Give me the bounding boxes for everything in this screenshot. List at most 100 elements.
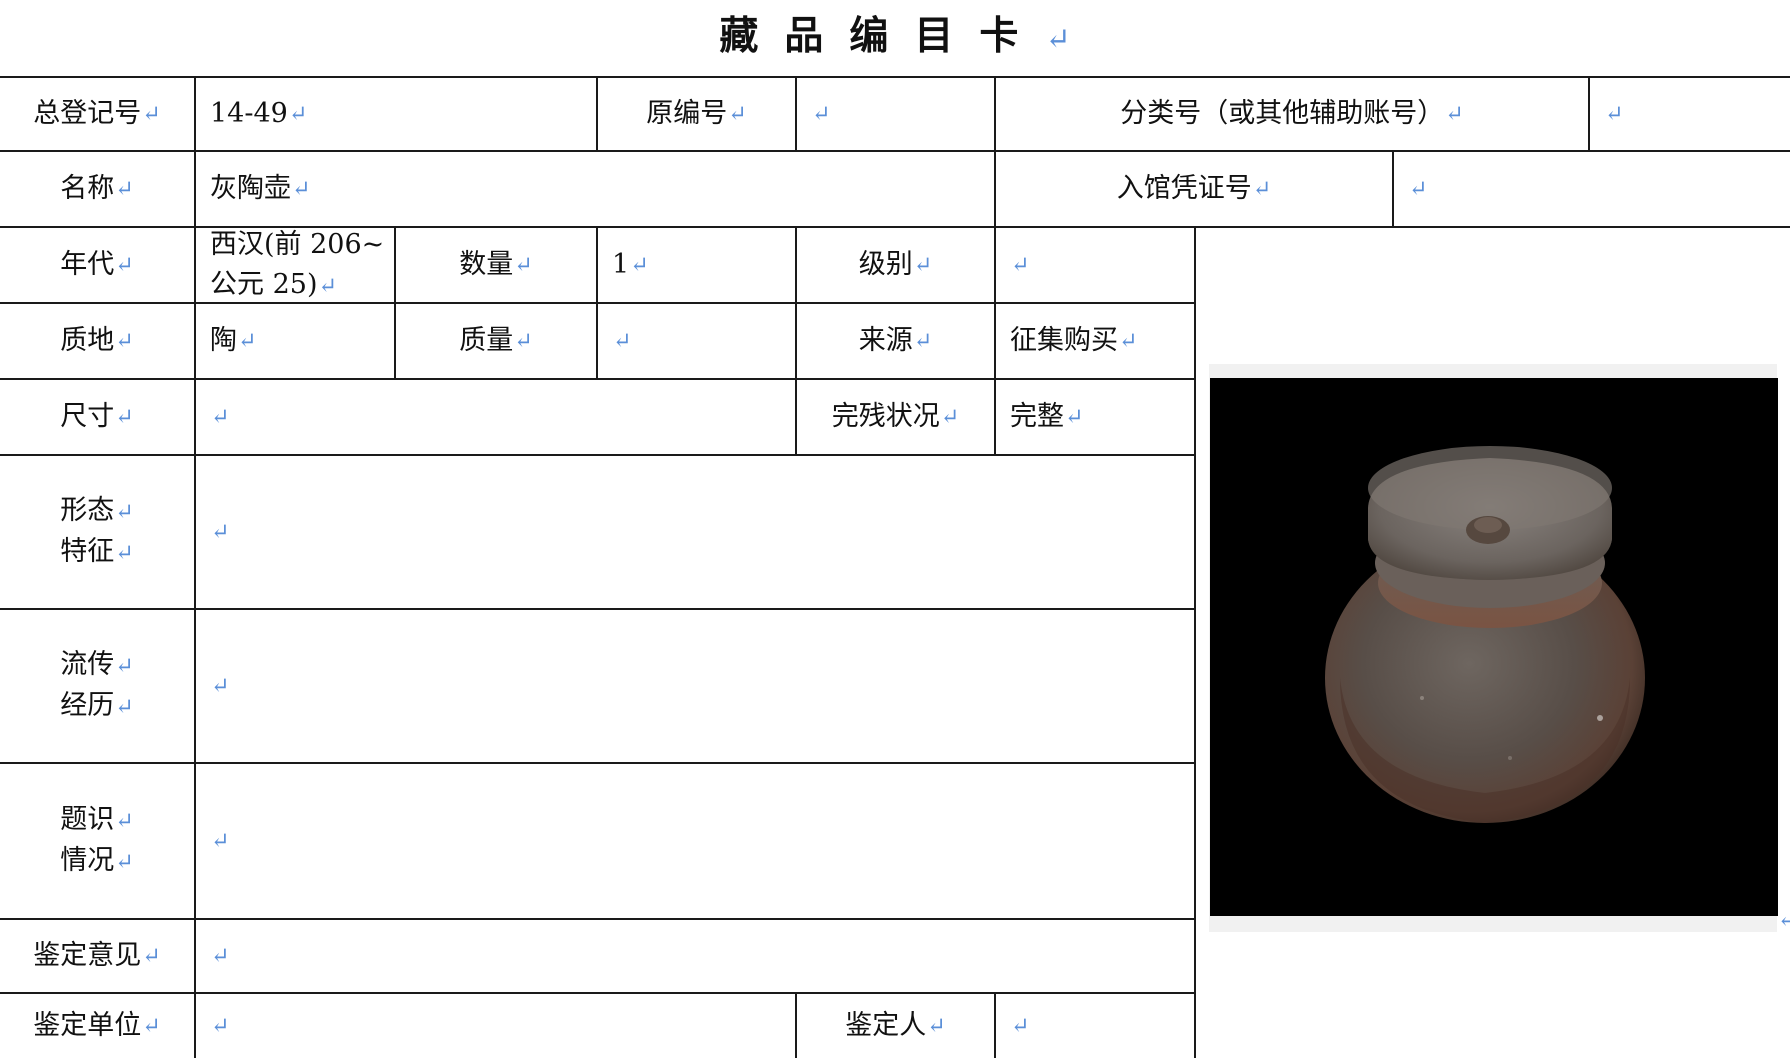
field-text: 陶 [210, 325, 237, 357]
field-appraisal-unit[interactable]: ↵ [196, 994, 795, 1058]
return-mark-icon: ↵ [115, 540, 134, 566]
return-mark-icon: ↵ [1045, 22, 1071, 57]
label-size: 尺寸 ↵ [0, 380, 194, 454]
return-mark-icon: ↵ [927, 1012, 946, 1039]
return-mark-icon: ↵ [940, 403, 960, 430]
field-form[interactable]: ↵ [196, 456, 1194, 608]
label-text: 鉴定人 [845, 1010, 927, 1042]
field-appraisal-opinion[interactable]: ↵ [196, 920, 1194, 992]
label-text: 数量 [459, 249, 514, 281]
label-text: 鉴定单位 [33, 1010, 142, 1042]
label-text: 名称 [60, 173, 115, 205]
return-mark-icon: ↵ [913, 327, 933, 354]
return-mark-icon: ↵ [1445, 100, 1464, 127]
label-appraiser: 鉴定人 ↵ [797, 994, 994, 1058]
return-mark-icon: ↵ [288, 100, 308, 127]
label-text: 总登记号 [33, 98, 142, 130]
label-condition: 完残状况 ↵ [797, 380, 994, 454]
return-mark-icon: ↵ [115, 251, 134, 278]
grid-line [1194, 226, 1196, 1058]
label-text: 分类号（或其他辅助账号） [1120, 98, 1445, 130]
label-history-line1: 流传↵ [60, 645, 134, 686]
label-text: 级别 [858, 249, 913, 281]
field-text: 1 [612, 249, 630, 281]
label-class-no: 分类号（或其他辅助账号） ↵ [996, 78, 1588, 150]
field-grade[interactable]: ↵ [996, 228, 1194, 302]
label-text: 鉴定意见 [33, 940, 142, 972]
return-mark-icon: ↵ [115, 694, 134, 720]
label-text: 完残状况 [831, 401, 940, 433]
field-appraiser[interactable]: ↵ [996, 994, 1194, 1058]
label-name: 名称 ↵ [0, 152, 194, 226]
field-history[interactable]: ↵ [196, 610, 1194, 762]
return-mark-icon: ↵ [115, 499, 134, 525]
return-mark-icon: ↵ [211, 827, 230, 854]
label-era: 年代 ↵ [0, 228, 194, 302]
field-mass[interactable]: ↵ [598, 304, 795, 378]
return-mark-icon: ↵ [115, 175, 134, 202]
return-mark-icon: ↵ [1605, 100, 1624, 127]
return-mark-icon: ↵ [1011, 251, 1030, 278]
return-mark-icon: ↵ [115, 653, 134, 679]
return-mark-icon: ↵ [115, 403, 134, 430]
label-history-line2: 经历↵ [60, 686, 134, 727]
label-text: 质地 [60, 325, 115, 357]
return-mark-icon: ↵ [728, 100, 747, 127]
return-mark-icon: ↵ [1252, 175, 1272, 202]
card-title: 藏品编目卡↵ [0, 8, 1790, 64]
return-mark-icon: ↵ [812, 100, 831, 127]
field-orig-no[interactable]: ↵ [797, 78, 994, 150]
label-reg-no: 总登记号 ↵ [0, 78, 194, 150]
return-mark-icon: ↵ [115, 849, 134, 875]
field-inscription[interactable]: ↵ [196, 764, 1194, 918]
field-text: 征集购买 [1010, 325, 1118, 357]
field-text: 西汉(前 206~ [210, 228, 385, 260]
label-appraisal-opinion: 鉴定意见 ↵ [0, 920, 194, 992]
field-condition[interactable]: 完整 ↵ [996, 380, 1194, 454]
field-text: 公元 25) [210, 268, 318, 300]
label-history: 流传↵ 经历↵ [0, 610, 194, 762]
return-mark-icon: ↵ [115, 808, 134, 834]
label-orig-no: 原编号 ↵ [598, 78, 795, 150]
field-text: 14-49 [210, 98, 288, 130]
return-mark-icon: ↵ [238, 327, 257, 354]
label-text: 题识 [60, 804, 115, 835]
label-text: 形态 [60, 495, 115, 526]
label-text: 原编号 [646, 98, 728, 130]
pottery-jar-icon [1210, 378, 1778, 916]
return-mark-icon: ↵ [514, 251, 533, 278]
return-mark-icon: ↵ [318, 272, 338, 299]
label-inscription-line1: 题识↵ [60, 800, 134, 841]
return-mark-icon: ↵ [115, 327, 134, 354]
field-era[interactable]: 西汉(前 206~ 公元 25)↵ [196, 228, 394, 302]
return-mark-icon: ↵ [292, 175, 311, 202]
label-text: 入馆凭证号 [1116, 173, 1252, 205]
return-mark-icon: ↵ [211, 518, 230, 545]
label-text: 尺寸 [60, 401, 115, 433]
field-source[interactable]: 征集购买 ↵ [996, 304, 1194, 378]
return-mark-icon: ↵ [211, 1012, 230, 1039]
return-mark-icon: ↵ [142, 1012, 161, 1039]
label-quantity: 数量 ↵ [396, 228, 596, 302]
label-text: 来源 [858, 325, 913, 357]
field-class-no[interactable]: ↵ [1590, 78, 1790, 150]
return-mark-icon: ↵ [211, 672, 230, 699]
label-mass: 质量 ↵ [396, 304, 596, 378]
return-mark-icon: ↵ [1409, 175, 1428, 202]
field-material[interactable]: 陶 ↵ [196, 304, 394, 378]
label-inscription: 题识↵ 情况↵ [0, 764, 194, 918]
return-mark-icon: ↵ [142, 100, 161, 127]
field-size[interactable]: ↵ [196, 380, 795, 454]
label-appraisal-unit: 鉴定单位 ↵ [0, 994, 194, 1058]
card-title-text: 藏品编目卡 [719, 13, 1045, 59]
field-voucher-no[interactable]: ↵ [1394, 152, 1790, 226]
return-mark-icon: ↵ [1065, 403, 1084, 430]
label-inscription-line2: 情况↵ [60, 841, 134, 882]
field-reg-no[interactable]: 14-49 ↵ [196, 78, 596, 150]
artifact-photo[interactable] [1210, 378, 1778, 916]
label-text: 流传 [60, 649, 115, 680]
field-name[interactable]: 灰陶壶 ↵ [196, 152, 994, 226]
return-mark-icon: ↵ [142, 942, 161, 969]
label-form-line1: 形态↵ [60, 491, 134, 532]
field-quantity[interactable]: 1 ↵ [598, 228, 795, 302]
